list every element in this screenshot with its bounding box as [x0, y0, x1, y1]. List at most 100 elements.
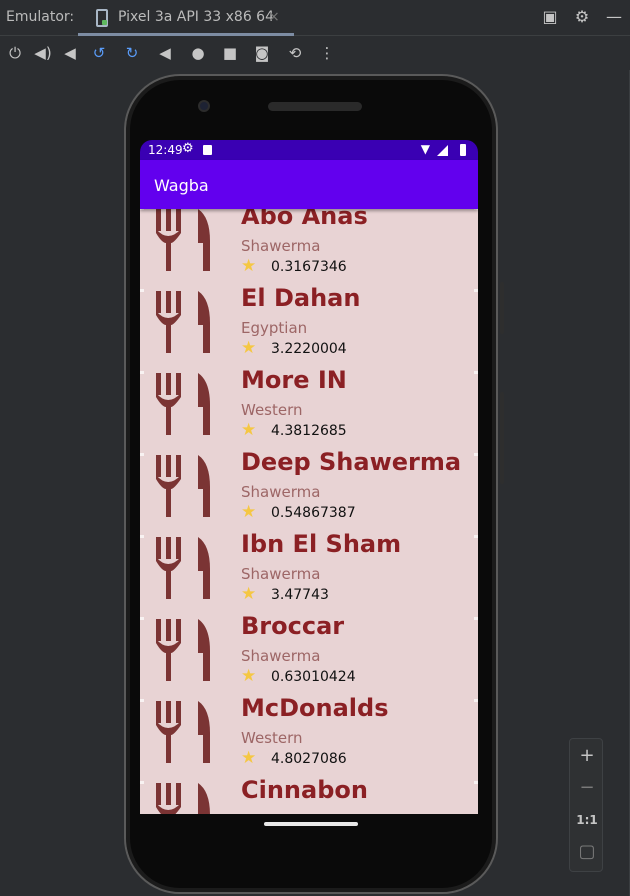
star-icon: ★ [241, 666, 257, 686]
rotate-left-icon[interactable]: ↺ [89, 43, 109, 63]
restaurant-name: Broccar [241, 612, 345, 640]
zoom-out-button[interactable]: − [570, 773, 604, 803]
screenshot-icon[interactable]: ◙ [252, 43, 272, 63]
restaurant-row[interactable]: Cinnabon [140, 776, 478, 814]
device-screen[interactable]: 12:49 ⚙ ▼ Wagba Abo Anas Shawerma ★ 0.31673… [140, 140, 478, 814]
restaurant-row[interactable]: Broccar Shawerma ★ 0.63010424 [140, 612, 478, 699]
minimize-icon[interactable]: — [604, 7, 624, 27]
cutlery-icon [156, 701, 210, 763]
restaurant-row[interactable]: El Dahan Egyptian ★ 3.2220004 [140, 284, 478, 371]
close-tab-icon[interactable]: × [268, 9, 280, 25]
back-icon[interactable]: ◀ [155, 43, 175, 63]
row-separator [140, 209, 144, 210]
earpiece-speaker [268, 102, 362, 111]
front-camera [198, 100, 210, 112]
cutlery-icon [156, 373, 210, 435]
restaurant-cuisine: Western [241, 401, 303, 419]
home-icon[interactable]: ● [188, 43, 208, 63]
restaurant-cuisine: Shawerma [241, 565, 321, 583]
restaurant-rating: 4.3812685 [271, 423, 347, 439]
restaurant-row[interactable]: Deep Shawerma Shawerma ★ 0.54867387 [140, 448, 478, 535]
volume-rocker[interactable] [500, 392, 504, 484]
restaurant-rating: 0.3167346 [271, 259, 347, 275]
restaurant-rating: 4.8027086 [271, 751, 347, 767]
restaurant-rating: 3.47743 [271, 587, 329, 603]
restaurant-name: Ibn El Sham [241, 530, 402, 558]
restaurant-name: Deep Shawerma [241, 448, 462, 476]
gear-icon[interactable]: ⚙ [572, 7, 592, 27]
restaurant-name: McDonalds [241, 694, 389, 722]
power-button[interactable] [500, 282, 504, 334]
overview-icon[interactable]: ■ [220, 43, 240, 63]
row-separator [140, 453, 144, 456]
rotate-right-icon[interactable]: ↻ [122, 43, 142, 63]
star-icon: ★ [241, 584, 257, 604]
restaurant-name: Cinnabon [241, 776, 368, 804]
restaurant-cuisine: Shawerma [241, 237, 321, 255]
zoom-controls: + − 1:1 ▢ [569, 738, 603, 872]
row-separator [474, 209, 478, 210]
zoom-actual-size-button[interactable]: 1:1 [570, 805, 604, 835]
device-tab-title: Pixel 3a API 33 x86 64 [118, 9, 274, 25]
cutlery-icon [156, 209, 210, 271]
star-icon: ★ [241, 420, 257, 440]
restaurant-name: El Dahan [241, 284, 361, 312]
cutlery-icon [156, 455, 210, 517]
row-separator [474, 289, 478, 292]
sd-card-icon [203, 145, 212, 155]
status-time: 12:49 [148, 143, 183, 157]
signal-icon [437, 145, 448, 156]
snapshot-icon[interactable]: ⟲ [285, 43, 305, 63]
layout-icon[interactable]: ▣ [540, 7, 560, 27]
cutlery-icon [156, 537, 210, 599]
zoom-in-button[interactable]: + [570, 741, 604, 771]
app-bar: Wagba [140, 160, 478, 209]
row-separator [140, 699, 144, 702]
cutlery-icon [156, 619, 210, 681]
cutlery-icon [156, 783, 210, 814]
star-icon: ★ [241, 256, 257, 276]
row-separator [140, 371, 144, 374]
row-separator [474, 617, 478, 620]
emulator-label: Emulator: [6, 9, 75, 25]
phone-frame: 12:49 ⚙ ▼ Wagba Abo Anas Shawerma ★ 0.31673… [124, 74, 504, 894]
volume-up-icon[interactable]: ◀) [33, 43, 53, 63]
star-icon: ★ [241, 502, 257, 522]
emulator-toolbar: ⏻ ◀) ◀ ↺ ↻ ◀ ● ■ ◙ ⟲ ⋮ [0, 37, 630, 69]
status-bar: 12:49 ⚙ ▼ [140, 140, 478, 160]
restaurant-name: Abo Anas [241, 209, 368, 230]
restaurant-cuisine: Egyptian [241, 319, 308, 337]
restaurant-row[interactable]: Abo Anas Shawerma ★ 0.3167346 [140, 209, 478, 289]
restaurant-list[interactable]: Abo Anas Shawerma ★ 0.3167346 El Dahan Egypti… [140, 209, 478, 814]
device-icon [96, 9, 108, 27]
volume-down-icon[interactable]: ◀ [60, 43, 80, 63]
row-separator [140, 289, 144, 292]
row-separator [474, 535, 478, 538]
restaurant-row[interactable]: McDonalds Western ★ 4.8027086 [140, 694, 478, 781]
gesture-home-bar[interactable] [264, 822, 358, 826]
settings-status-icon: ⚙ [182, 141, 194, 156]
row-separator [140, 617, 144, 620]
row-separator [140, 535, 144, 538]
restaurant-row[interactable]: More IN Western ★ 4.3812685 [140, 366, 478, 453]
star-icon: ★ [241, 748, 257, 768]
device-tab[interactable]: Pixel 3a API 33 x86 64 × [78, 0, 294, 36]
header-actions: ▣ ⚙ — [540, 7, 624, 27]
power-icon[interactable]: ⏻ [5, 43, 25, 63]
star-icon: ★ [241, 338, 257, 358]
wifi-icon: ▼ [420, 142, 430, 156]
cutlery-icon [156, 291, 210, 353]
restaurant-rating: 0.54867387 [271, 505, 356, 521]
row-separator [140, 781, 144, 784]
row-separator [474, 699, 478, 702]
restaurant-cuisine: Western [241, 729, 303, 747]
fit-screen-icon[interactable]: ▢ [570, 837, 604, 867]
restaurant-rating: 3.2220004 [271, 341, 347, 357]
restaurant-row[interactable]: Ibn El Sham Shawerma ★ 3.47743 [140, 530, 478, 617]
restaurant-cuisine: Shawerma [241, 647, 321, 665]
battery-icon [460, 144, 466, 156]
app-title: Wagba [154, 176, 209, 195]
row-separator [474, 371, 478, 374]
more-icon[interactable]: ⋮ [317, 43, 337, 63]
restaurant-name: More IN [241, 366, 347, 394]
